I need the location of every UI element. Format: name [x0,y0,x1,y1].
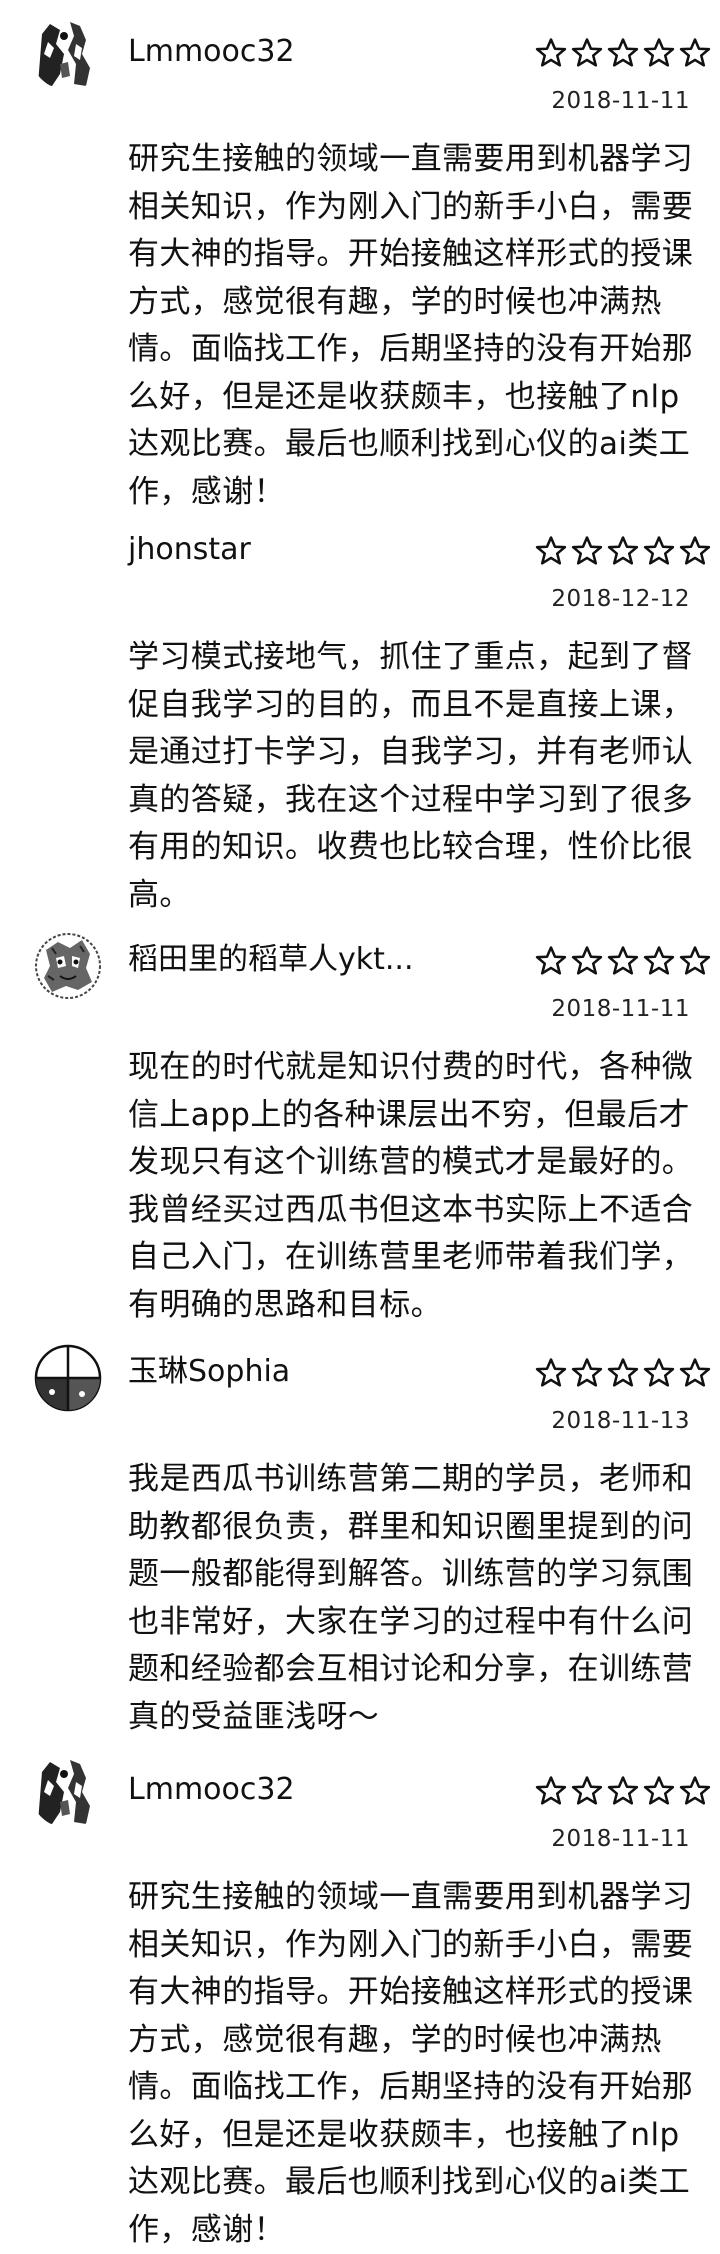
star-outline-icon [571,1776,603,1805]
star-outline-icon [643,1358,675,1387]
star-outline-icon [607,1358,639,1387]
user-avatar[interactable] [30,14,106,90]
star-outline-icon [535,536,567,565]
star-outline-icon [679,1358,711,1387]
review-content: 现在的时代就是知识付费的时代，各种微信上app上的各种课层出不穷，但最后才发现只… [128,1049,694,1323]
star-outline-icon [571,536,603,565]
star-outline-icon [535,38,567,67]
review-content: 学习模式接地气，抓住了重点，起到了督促自我学习的目的，而且不是直接上课，是通过打… [128,639,694,913]
username[interactable]: Lmmooc32 [128,1770,295,1810]
username[interactable]: 玉琳Sophia [128,1352,290,1392]
user-avatar[interactable] [30,1752,106,1828]
rating-stars [534,1356,712,1390]
user-avatar[interactable] [30,1340,106,1416]
star-outline-icon [643,946,675,975]
star-outline-icon [535,1776,567,1805]
rating-stars [534,36,712,70]
star-outline-icon [571,38,603,67]
review-content: 我是西瓜书训练营第二期的学员，老师和助教都很负责，群里和知识圈里提到的问题一般都… [128,1461,694,1735]
rating-stars [534,1774,712,1808]
star-outline-icon [607,38,639,67]
rating-stars [534,534,712,568]
star-outline-icon [679,1776,711,1805]
sketch-face-icon [30,928,106,1004]
star-outline-icon [535,1358,567,1387]
star-outline-icon [535,946,567,975]
star-outline-icon [643,536,675,565]
star-outline-icon [607,1776,639,1805]
username[interactable]: 稻田里的稻草人ykt... [128,940,414,980]
review-date: 2018-12-12 [551,586,690,612]
review-content: 研究生接触的领域一直需要用到机器学习相关知识，作为刚入门的新手小白，需要有大神的… [128,141,694,510]
star-outline-icon [571,946,603,975]
user-avatar[interactable] [30,928,106,1004]
review-date: 2018-11-11 [551,1826,690,1852]
star-outline-icon [607,536,639,565]
review-content: 研究生接触的领域一直需要用到机器学习相关知识，作为刚入门的新手小白，需要有大神的… [128,1879,694,2248]
star-outline-icon [679,946,711,975]
star-outline-icon [643,38,675,67]
star-outline-icon [607,946,639,975]
username[interactable]: jhonstar [128,530,251,570]
rating-stars [534,944,712,978]
quartered-circle-icon [30,1340,106,1416]
review-date: 2018-11-11 [551,996,690,1022]
star-outline-icon [643,1776,675,1805]
review-date: 2018-11-11 [551,88,690,114]
sketch-portrait-icon [30,1752,106,1828]
username[interactable]: Lmmooc32 [128,32,295,72]
star-outline-icon [571,1358,603,1387]
star-outline-icon [679,536,711,565]
star-outline-icon [679,38,711,67]
sketch-portrait-icon [30,14,106,90]
review-date: 2018-11-13 [551,1408,690,1434]
